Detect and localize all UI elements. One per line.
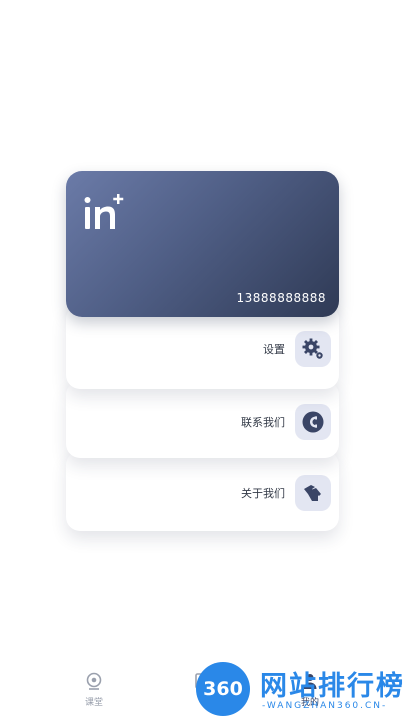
contact-icon bbox=[302, 411, 324, 433]
about-icon bbox=[304, 485, 321, 501]
bottom-tab-bar: 课堂 我的 bbox=[0, 660, 405, 720]
classroom-icon bbox=[86, 672, 102, 690]
settings-icon-tile bbox=[295, 331, 331, 367]
tab-classroom[interactable]: 课堂 bbox=[74, 672, 114, 708]
menu-row-contact[interactable]: 联系我们 bbox=[241, 404, 331, 440]
tab-mine[interactable]: 我的 bbox=[290, 672, 330, 708]
in-plus-logo-icon bbox=[84, 194, 124, 229]
menu-card-contact[interactable]: 联系我们 bbox=[66, 381, 339, 458]
about-icon-tile bbox=[295, 475, 331, 511]
menu-row-settings[interactable]: 设置 bbox=[263, 331, 331, 367]
tab-label-mine: 我的 bbox=[300, 698, 319, 708]
menu-card-about[interactable]: 关于我们 bbox=[66, 451, 339, 531]
menu-label-about: 关于我们 bbox=[241, 487, 285, 500]
user-icon bbox=[303, 674, 317, 689]
book-icon bbox=[195, 673, 209, 689]
tab-middle[interactable] bbox=[182, 672, 222, 695]
tab-label-classroom: 课堂 bbox=[84, 698, 103, 708]
menu-label-contact: 联系我们 bbox=[241, 416, 285, 429]
menu-label-settings: 设置 bbox=[263, 343, 285, 356]
contact-icon-tile bbox=[295, 404, 331, 440]
phone-number: 13888888888 bbox=[236, 291, 326, 305]
menu-row-about[interactable]: 关于我们 bbox=[241, 475, 331, 511]
gear-icon bbox=[302, 338, 323, 359]
profile-card[interactable]: 13888888888 bbox=[66, 171, 339, 317]
menu-card-settings[interactable]: 设置 bbox=[66, 305, 339, 389]
